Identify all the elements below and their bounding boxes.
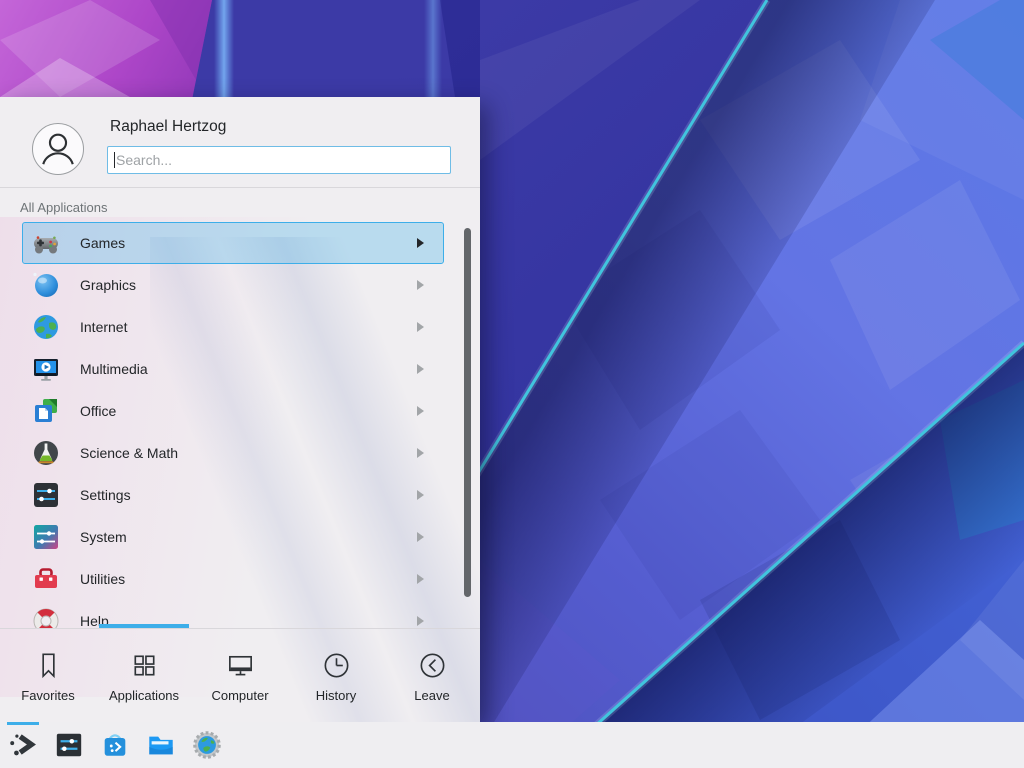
grid-icon [129, 650, 160, 681]
menu-tabbar: Favorites Applications Computer History … [0, 630, 480, 722]
category-label: Games [80, 235, 125, 251]
monitor-icon [225, 650, 256, 681]
submenu-arrow-icon [417, 322, 424, 332]
tab-favorites[interactable]: Favorites [0, 630, 96, 722]
user-icon [33, 124, 83, 174]
tab-leave[interactable]: Leave [384, 630, 480, 722]
category-office[interactable]: Office [22, 390, 444, 432]
search-input[interactable]: Search... [107, 146, 451, 174]
category-label: System [80, 529, 127, 545]
category-science-math[interactable]: Science & Math [22, 432, 444, 474]
systemsettings-icon [54, 730, 84, 760]
submenu-arrow-icon [417, 364, 424, 374]
category-label: Office [80, 403, 116, 419]
menu-header: Raphael Hertzog Search... [0, 97, 480, 187]
toolbox-icon [32, 565, 60, 593]
discover-icon [100, 730, 130, 760]
user-name: Raphael Hertzog [110, 118, 226, 136]
documents-icon [32, 397, 60, 425]
taskbar-launcher-konqueror-icon[interactable] [192, 730, 222, 760]
submenu-arrow-icon [417, 490, 424, 500]
taskbar-launcher-systemsettings-icon[interactable] [54, 730, 84, 760]
submenu-arrow-icon [417, 532, 424, 542]
submenu-arrow-icon [417, 448, 424, 458]
konqueror-icon [192, 730, 222, 760]
category-label: Science & Math [80, 445, 178, 461]
sliders-icon [32, 481, 60, 509]
text-caret [114, 152, 115, 168]
tabbar-divider [0, 628, 480, 629]
active-task-indicator [7, 722, 39, 725]
flask-icon [32, 439, 60, 467]
taskbar: ES 7:03 PM 4/24/21 [0, 722, 1024, 768]
application-launcher-menu: Raphael Hertzog Search... All Applicatio… [0, 97, 480, 722]
bookmark-icon [33, 650, 64, 681]
category-system[interactable]: System [22, 516, 444, 558]
category-multimedia[interactable]: Multimedia [22, 348, 444, 390]
leave-icon [417, 650, 448, 681]
category-settings[interactable]: Settings [22, 474, 444, 516]
list-scrollbar[interactable] [464, 228, 471, 597]
tab-applications[interactable]: Applications [96, 630, 192, 722]
tab-label: Favorites [21, 688, 74, 703]
sphere-icon [32, 271, 60, 299]
category-graphics[interactable]: Graphics [22, 264, 444, 306]
header-divider [0, 187, 480, 188]
category-label: Settings [80, 487, 131, 503]
gamepad-icon [32, 229, 60, 257]
dolphin-icon [146, 730, 176, 760]
tab-label: Leave [414, 688, 449, 703]
tab-label: Computer [211, 688, 268, 703]
category-help[interactable]: Help [22, 600, 444, 629]
system-sliders-icon [32, 523, 60, 551]
search-placeholder: Search... [116, 152, 172, 168]
category-label: Graphics [80, 277, 136, 293]
category-label: Multimedia [80, 361, 148, 377]
tab-label: Applications [109, 688, 179, 703]
category-internet[interactable]: Internet [22, 306, 444, 348]
submenu-arrow-icon [417, 238, 424, 248]
globe-icon [32, 313, 60, 341]
submenu-arrow-icon [417, 406, 424, 416]
taskbar-launcher-kickoff-icon[interactable] [8, 730, 38, 760]
taskbar-launcher-dolphin-icon[interactable] [146, 730, 176, 760]
section-label: All Applications [20, 200, 107, 215]
tab-computer[interactable]: Computer [192, 630, 288, 722]
category-label: Utilities [80, 571, 125, 587]
category-games[interactable]: Games [22, 222, 444, 264]
kickoff-icon [8, 730, 38, 760]
taskbar-launcher-discover-icon[interactable] [100, 730, 130, 760]
lifebuoy-icon [32, 607, 60, 629]
category-list: Games Graphics Internet Multimedia [0, 222, 480, 629]
submenu-arrow-icon [417, 616, 424, 626]
submenu-arrow-icon [417, 574, 424, 584]
submenu-arrow-icon [417, 280, 424, 290]
clock-icon [321, 650, 352, 681]
user-avatar[interactable] [32, 123, 84, 175]
media-player-icon [32, 355, 60, 383]
category-utilities[interactable]: Utilities [22, 558, 444, 600]
tab-history[interactable]: History [288, 630, 384, 722]
category-label: Internet [80, 319, 127, 335]
desktop: { "user": { "name": "Raphael Hertzog" },… [0, 0, 1024, 768]
tab-label: History [316, 688, 356, 703]
